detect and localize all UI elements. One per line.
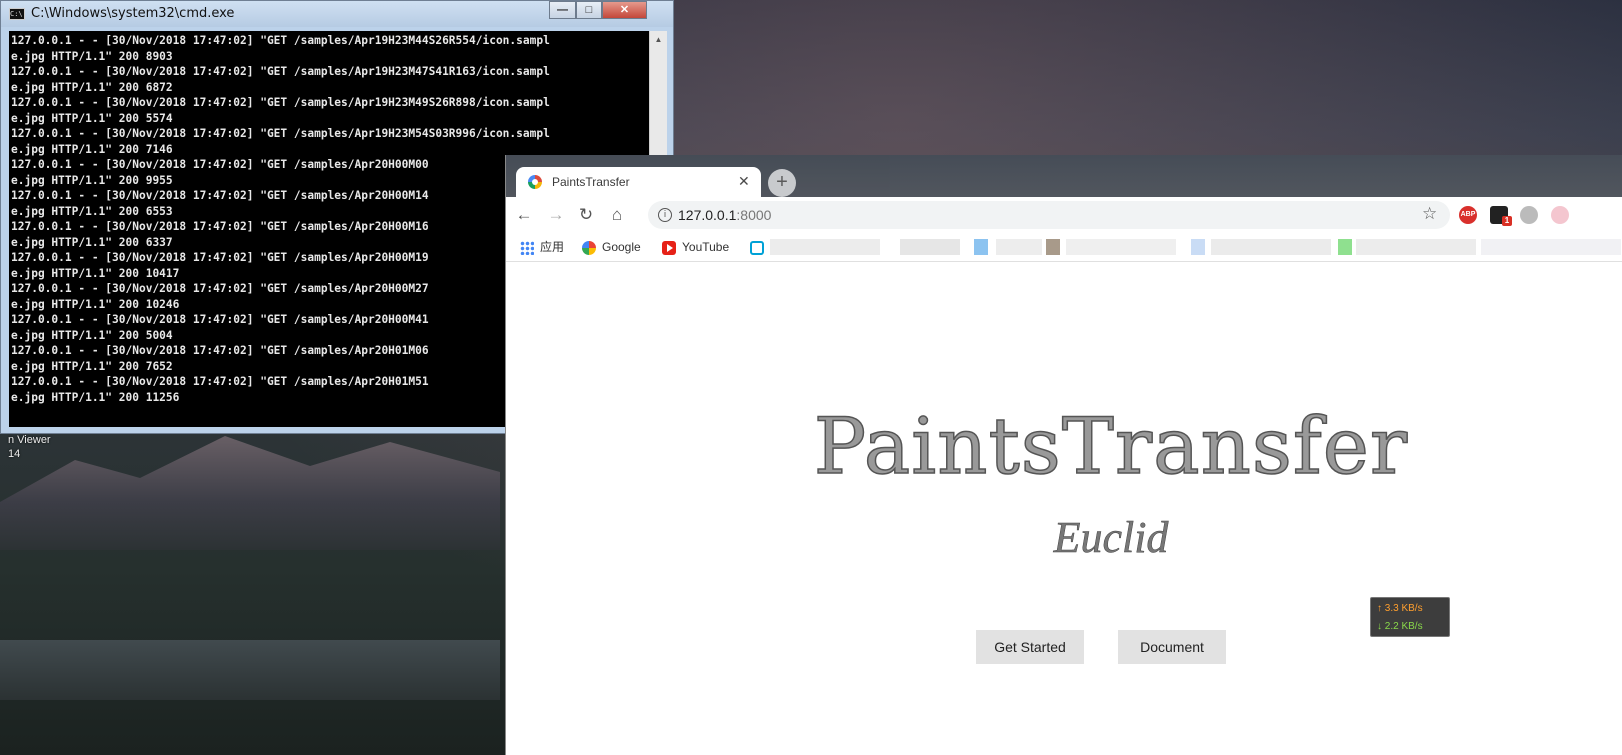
- blurred-bookmark-icon: [1191, 239, 1205, 255]
- maximize-button[interactable]: □: [576, 1, 602, 19]
- get-started-button[interactable]: Get Started: [976, 630, 1084, 664]
- scroll-up-arrow-icon[interactable]: ▲: [650, 31, 667, 48]
- download-speed: ↓ 2.2 KB/s: [1377, 621, 1423, 632]
- address-bar[interactable]: i 127.0.0.1:8000 ☆: [648, 201, 1450, 229]
- bookmark-google[interactable]: Google: [582, 237, 641, 257]
- desktop-label-line2: 14: [8, 448, 21, 460]
- cmd-window-title: C:\Windows\system32\cmd.exe: [31, 6, 235, 21]
- tab-paintstransfer[interactable]: PaintsTransfer ✕: [516, 167, 761, 197]
- extension-badge: 1: [1502, 216, 1512, 226]
- blurred-bookmark-icon: [974, 239, 988, 255]
- bookmark-label: YouTube: [682, 240, 730, 254]
- upload-speed: ↑ 3.3 KB/s: [1377, 603, 1423, 614]
- blurred-bookmark[interactable]: [996, 239, 1042, 255]
- console-line: 127.0.0.1 - - [30/Nov/2018 17:47:02] "GE…: [11, 65, 550, 78]
- browser-window[interactable]: PaintsTransfer ✕ + ← → ↻ ⌂ i 127.0.0.1:8…: [505, 155, 1622, 755]
- document-button[interactable]: Document: [1118, 630, 1226, 664]
- blurred-bookmark[interactable]: [1066, 239, 1176, 255]
- console-line: e.jpg HTTP/1.1" 200 8903: [11, 49, 173, 63]
- console-line: 127.0.0.1 - - [30/Nov/2018 17:47:02] "GE…: [11, 96, 550, 109]
- blurred-bookmark[interactable]: [1356, 239, 1476, 255]
- extension-gray-icon[interactable]: [1520, 206, 1538, 224]
- extension-pink-icon[interactable]: [1551, 206, 1569, 224]
- new-tab-button[interactable]: +: [768, 169, 796, 197]
- blurred-bookmark-icon: [1046, 239, 1060, 255]
- cmd-titlebar[interactable]: C:\ C:\Windows\system32\cmd.exe — □ ✕: [1, 1, 673, 27]
- page-title: PaintsTransfer: [813, 401, 1409, 493]
- console-line: e.jpg HTTP/1.1" 200 5574: [11, 111, 173, 125]
- adblock-plus-icon[interactable]: ABP: [1459, 206, 1477, 224]
- page-content: PaintsTransfer Euclid Get Started Docume…: [506, 262, 1622, 755]
- tab-close-icon[interactable]: ✕: [738, 173, 750, 190]
- desktop-label-line1: n Viewer: [8, 434, 51, 446]
- bookmark-bilibili[interactable]: [750, 237, 770, 257]
- home-icon[interactable]: ⌂: [607, 205, 627, 225]
- tab-strip[interactable]: PaintsTransfer ✕ +: [506, 155, 1622, 197]
- console-line: 127.0.0.1 - - [30/Nov/2018 17:47:02] "GE…: [11, 34, 550, 47]
- desktop-icon-label[interactable]: n Viewer 14: [8, 433, 51, 461]
- close-button[interactable]: ✕: [602, 1, 647, 19]
- apps-icon: [520, 240, 534, 255]
- tab-favicon-icon: [528, 175, 542, 189]
- blurred-bookmark[interactable]: [900, 239, 960, 255]
- url-host: 127.0.0.1: [678, 207, 737, 223]
- back-arrow-icon[interactable]: ←: [514, 205, 534, 225]
- blurred-bookmark[interactable]: [770, 239, 880, 255]
- bookmark-star-icon[interactable]: ☆: [1422, 204, 1437, 224]
- extension-icon[interactable]: 1: [1490, 206, 1512, 226]
- cmd-app-icon: C:\: [9, 8, 25, 20]
- wallpaper-valley: [0, 640, 500, 700]
- google-icon: [582, 240, 596, 255]
- bookmark-apps[interactable]: 应用: [520, 237, 564, 257]
- blurred-bookmark[interactable]: [1211, 239, 1331, 255]
- bookmark-label: Google: [602, 240, 641, 254]
- minimize-button[interactable]: —: [549, 1, 576, 19]
- bookmark-label: 应用: [540, 240, 565, 254]
- youtube-icon: [662, 240, 676, 255]
- browser-toolbar: ← → ↻ ⌂ i 127.0.0.1:8000 ☆ ABP 1: [506, 197, 1622, 233]
- network-speed-widget: ↑ 3.3 KB/s ↓ 2.2 KB/s: [1370, 597, 1450, 637]
- console-line: 127.0.0.1 - - [30/Nov/2018 17:47:02] "GE…: [11, 127, 550, 140]
- bookmarks-bar: 应用 Google YouTube: [506, 233, 1622, 262]
- console-line: e.jpg HTTP/1.1" 200 6872: [11, 80, 173, 94]
- blurred-bookmark[interactable]: [1481, 239, 1621, 255]
- bilibili-icon: [750, 240, 764, 255]
- forward-arrow-icon[interactable]: →: [546, 205, 566, 225]
- page-subtitle-logo: Euclid: [1053, 513, 1169, 563]
- bookmark-youtube[interactable]: YouTube: [662, 237, 729, 257]
- site-info-icon[interactable]: i: [658, 208, 672, 222]
- address-url: 127.0.0.1:8000: [678, 207, 771, 223]
- reload-icon[interactable]: ↻: [576, 205, 596, 225]
- blurred-bookmark-icon: [1338, 239, 1352, 255]
- tab-title: PaintsTransfer: [552, 175, 630, 189]
- url-port: :8000: [736, 207, 772, 223]
